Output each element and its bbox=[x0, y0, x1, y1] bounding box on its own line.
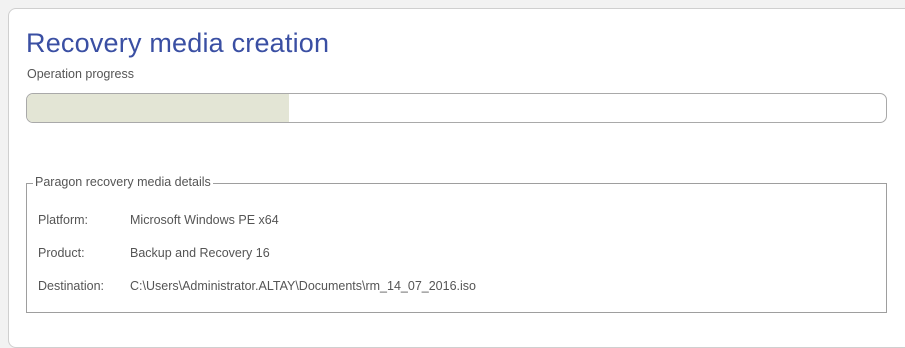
operation-progress-label: Operation progress bbox=[27, 67, 135, 81]
platform-value: Microsoft Windows PE x64 bbox=[130, 213, 279, 227]
destination-value: C:\Users\Administrator.ALTAY\Documents\r… bbox=[130, 279, 476, 293]
detail-row-product: Product: Backup and Recovery 16 bbox=[38, 246, 270, 260]
progress-bar bbox=[26, 93, 887, 123]
product-value: Backup and Recovery 16 bbox=[130, 246, 270, 260]
destination-label: Destination: bbox=[38, 279, 105, 293]
product-label: Product: bbox=[38, 246, 85, 260]
progress-bar-fill bbox=[27, 94, 289, 122]
detail-row-platform: Platform: Microsoft Windows PE x64 bbox=[38, 213, 279, 227]
details-group-legend: Paragon recovery media details bbox=[33, 175, 213, 189]
platform-label: Platform: bbox=[38, 213, 89, 227]
page-title: Recovery media creation bbox=[26, 28, 330, 58]
detail-row-destination: Destination: C:\Users\Administrator.ALTAY… bbox=[38, 279, 476, 293]
recovery-media-details-group: Paragon recovery media details Platform:… bbox=[26, 175, 887, 313]
